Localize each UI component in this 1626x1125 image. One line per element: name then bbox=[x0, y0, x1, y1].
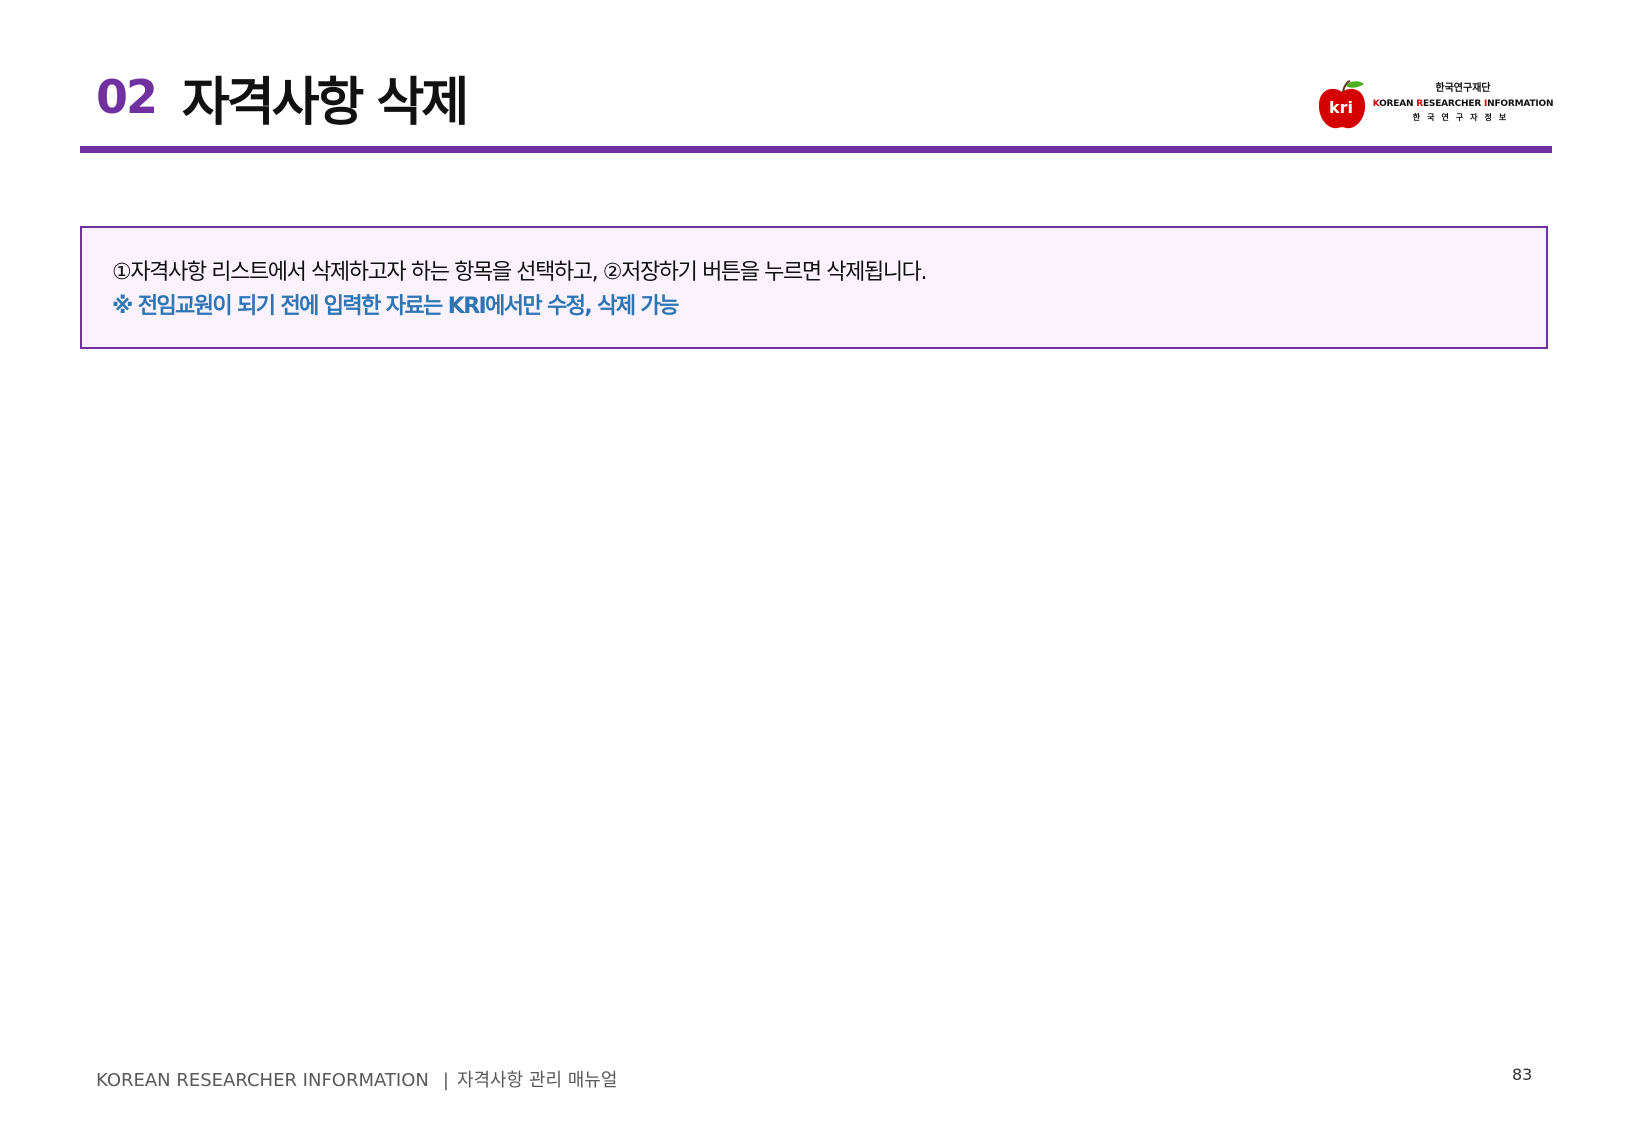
section-number: 02 bbox=[96, 70, 158, 124]
notice-instruction: ①자격사항 리스트에서 삭제하고자 하는 항목을 선택하고, ②저장하기 버튼을… bbox=[112, 260, 927, 285]
notice-box: ①자격사항 리스트에서 삭제하고자 하는 항목을 선택하고, ②저장하기 버튼을… bbox=[80, 226, 1548, 349]
page-header: 02 자격사항 삭제 bbox=[96, 62, 469, 133]
footer: KOREAN RESEARCHER INFORMATION | 자격사항 관리 매뉴… bbox=[96, 1066, 617, 1092]
footer-separator: | bbox=[442, 1070, 449, 1091]
logo-text: 한국연구재단 KOREAN RESEARCHER INFORMATION 한국연… bbox=[1372, 82, 1554, 124]
logo-badge-text: kri bbox=[1329, 98, 1353, 117]
logo-name-esearcher: ESEARCHER bbox=[1422, 99, 1484, 109]
footer-brand: KOREAN RESEARCHER INFORMATION bbox=[96, 1070, 429, 1091]
logo-org: 한국연구재단 bbox=[1435, 83, 1491, 94]
logo-name-orean: OREAN bbox=[1379, 99, 1417, 109]
title-divider bbox=[80, 146, 1552, 153]
page-title: 자격사항 삭제 bbox=[182, 72, 469, 133]
logo-name-nformation: NFORMATION bbox=[1487, 99, 1554, 109]
logo-subtitle: 한국연구자정보 bbox=[1412, 113, 1514, 122]
apple-logo-icon: kri bbox=[1318, 80, 1366, 129]
notice-note: ※ 전임교원이 되기 전에 입력한 자료는 KRI에서만 수정, 삭제 가능 bbox=[112, 294, 679, 319]
kri-logo: kri 한국연구재단 KOREAN RESEARCHER INFORMATION… bbox=[1316, 78, 1554, 130]
page-number: 83 bbox=[1512, 1065, 1533, 1084]
logo-name-initial-r: R bbox=[1416, 99, 1423, 109]
logo-name: KOREAN RESEARCHER INFORMATION bbox=[1372, 96, 1554, 112]
footer-manual-title: 자격사항 관리 매뉴얼 bbox=[456, 1070, 618, 1091]
